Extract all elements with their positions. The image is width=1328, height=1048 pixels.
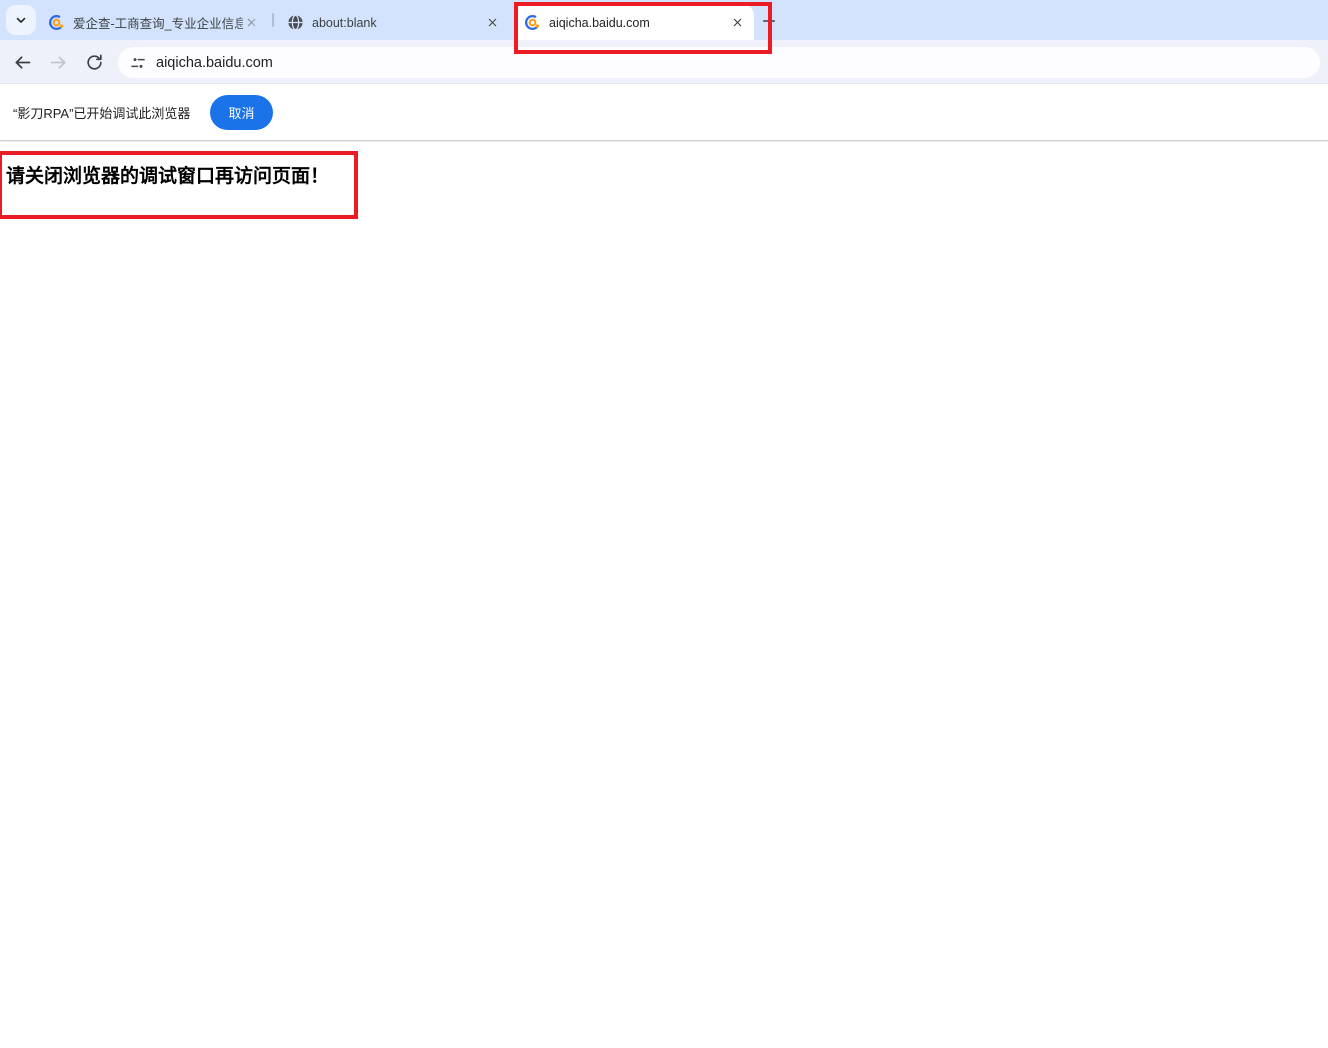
browser-window: 爱企查-工商查询_专业企业信息 about:blank aiqicha.baid… [0,0,1328,1048]
reload-icon [85,53,104,72]
chevron-down-icon [14,13,28,27]
reload-button[interactable] [82,50,107,75]
back-arrow-icon [12,52,33,73]
tab-aiqicha-active[interactable]: aiqicha.baidu.com [514,5,754,40]
forward-button[interactable] [46,50,71,75]
tab-about-blank[interactable]: about:blank [277,5,509,40]
tab-title-fade [234,5,268,40]
tab-title: 爱企查-工商查询_专业企业信息 [73,17,243,31]
new-tab-button[interactable] [756,8,781,33]
tab-aiqicha-home[interactable]: 爱企查-工商查询_专业企业信息 [38,5,268,40]
new-tab-plus-icon [761,13,777,29]
tab-strip: 爱企查-工商查询_专业企业信息 about:blank aiqicha.baid… [0,0,1328,40]
close-icon[interactable] [729,14,746,31]
infobar-message: “影刀RPA”已开始调试此浏览器 [13,106,191,121]
url-text: aiqicha.baidu.com [156,54,273,71]
globe-icon [287,14,304,31]
forward-arrow-icon [48,52,69,73]
aiqicha-logo-icon [524,14,541,31]
tab-separator [272,13,274,27]
tab-title: about:blank [312,15,377,30]
aiqicha-logo-icon [48,14,65,31]
address-bar[interactable]: aiqicha.baidu.com [118,47,1320,78]
page-heading: 请关闭浏览器的调试窗口再访问页面！ [6,166,330,187]
tune-icon[interactable] [129,54,147,72]
close-icon[interactable] [484,14,501,31]
tab-search-button[interactable] [6,5,36,35]
back-button[interactable] [10,50,35,75]
tab-title: aiqicha.baidu.com [549,15,650,30]
cancel-button[interactable]: 取消 [210,95,273,130]
page-content: 请关闭浏览器的调试窗口再访问页面！ [0,142,1328,1048]
debug-infobar: “影刀RPA”已开始调试此浏览器 取消 [0,85,1328,141]
